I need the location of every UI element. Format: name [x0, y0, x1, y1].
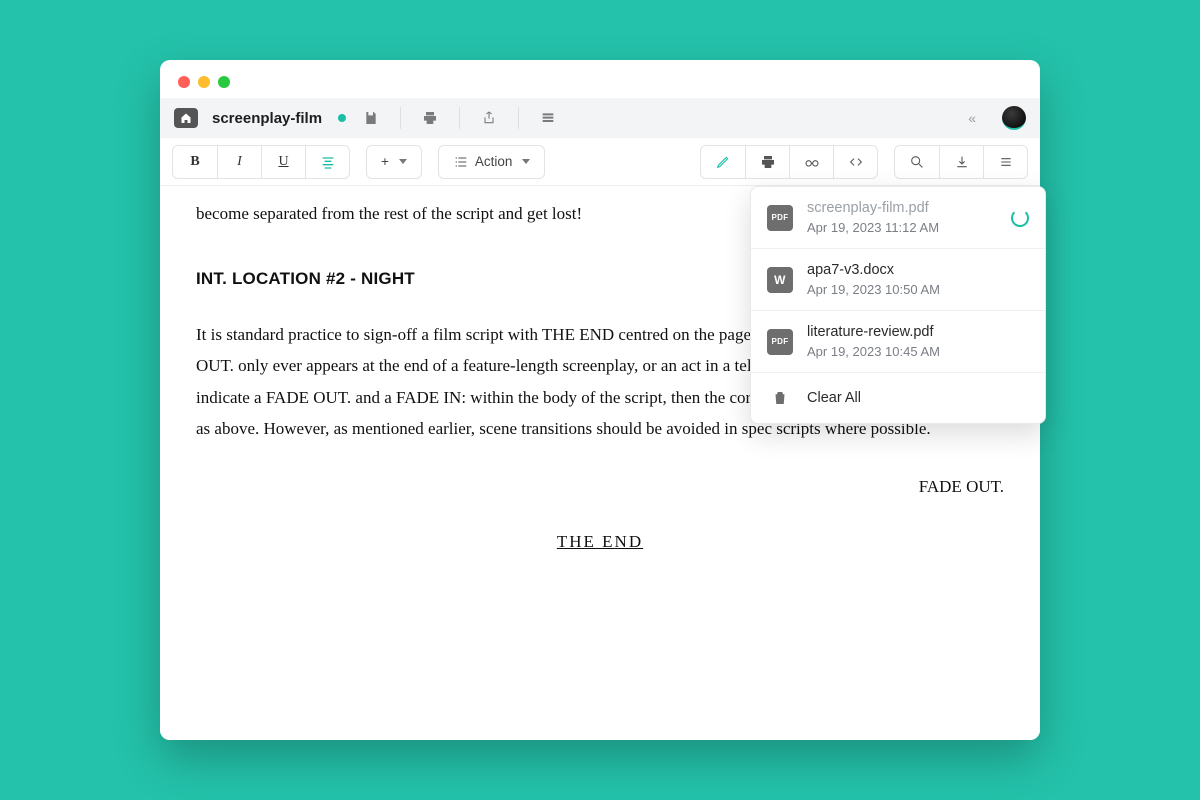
share-icon	[481, 110, 497, 126]
download-file-meta: Apr 19, 2023 10:50 AM	[807, 281, 940, 299]
element-group: Action	[438, 145, 546, 179]
hamburger-icon	[998, 154, 1014, 170]
formatting-toolbar: B I U + Action	[160, 138, 1040, 186]
trash-icon	[767, 385, 793, 411]
document-title: screenplay-film	[212, 110, 322, 127]
download-icon	[954, 154, 970, 170]
underline-button[interactable]: U	[261, 146, 305, 178]
clear-downloads-button[interactable]: Clear All	[751, 373, 1045, 423]
minimize-window-button[interactable]	[198, 76, 210, 88]
download-file-meta: Apr 19, 2023 10:45 AM	[807, 343, 940, 361]
element-type-menu[interactable]: Action	[439, 146, 545, 178]
transition: FADE OUT.	[196, 471, 1004, 502]
download-file-name: apa7-v3.docx	[807, 261, 940, 281]
printer-icon	[760, 154, 776, 170]
search-button[interactable]	[895, 146, 939, 178]
app-window: screenplay-film « B I U	[160, 60, 1040, 740]
download-item[interactable]: screenplay-film.pdf Apr 19, 2023 11:12 A…	[751, 187, 1045, 249]
download-file-meta: Apr 19, 2023 11:12 AM	[807, 219, 939, 237]
home-button[interactable]	[174, 108, 198, 128]
print-preview-button[interactable]	[745, 146, 789, 178]
chevron-down-icon	[399, 159, 407, 164]
save-button[interactable]	[356, 103, 386, 133]
glasses-icon	[804, 154, 820, 170]
divider	[400, 107, 401, 129]
downloads-dropdown: screenplay-film.pdf Apr 19, 2023 11:12 A…	[750, 186, 1046, 424]
cards-view-button[interactable]	[533, 103, 563, 133]
search-icon	[909, 154, 925, 170]
utility-group	[894, 145, 1028, 179]
download-item[interactable]: apa7-v3.docx Apr 19, 2023 10:50 AM	[751, 249, 1045, 311]
italic-button[interactable]: I	[217, 146, 261, 178]
bold-button[interactable]: B	[173, 146, 217, 178]
reader-mode-button[interactable]	[789, 146, 833, 178]
pdf-file-icon	[767, 205, 793, 231]
cards-icon	[540, 110, 556, 126]
fullscreen-window-button[interactable]	[218, 76, 230, 88]
element-type-label: Action	[475, 154, 513, 169]
download-button[interactable]	[939, 146, 983, 178]
chevron-down-icon	[522, 159, 530, 164]
pdf-file-icon	[767, 329, 793, 355]
align-button[interactable]	[305, 146, 349, 178]
source-mode-button[interactable]	[833, 146, 877, 178]
divider	[518, 107, 519, 129]
download-file-name: screenplay-film.pdf	[807, 199, 939, 219]
download-item[interactable]: literature-review.pdf Apr 19, 2023 10:45…	[751, 311, 1045, 373]
more-menu-button[interactable]	[983, 146, 1027, 178]
download-file-name: literature-review.pdf	[807, 323, 940, 343]
word-file-icon	[767, 267, 793, 293]
user-avatar[interactable]	[1002, 106, 1026, 130]
divider	[459, 107, 460, 129]
pencil-icon	[715, 154, 731, 170]
print-icon	[422, 110, 438, 126]
close-window-button[interactable]	[178, 76, 190, 88]
share-button[interactable]	[474, 103, 504, 133]
the-end: THE END	[196, 526, 1004, 557]
sync-status-dot	[338, 114, 346, 122]
home-icon	[180, 112, 192, 124]
text-style-group: B I U	[172, 145, 350, 179]
print-button[interactable]	[415, 103, 445, 133]
save-icon	[363, 110, 379, 126]
clear-downloads-label: Clear All	[807, 389, 861, 409]
collapse-sidebar-button[interactable]: «	[958, 110, 986, 126]
app-header: screenplay-film «	[160, 98, 1040, 138]
window-controls	[178, 76, 230, 88]
loading-spinner-icon	[1011, 209, 1029, 227]
edit-mode-button[interactable]	[701, 146, 745, 178]
code-icon	[848, 154, 864, 170]
insert-group: +	[366, 145, 422, 179]
align-center-icon	[320, 154, 336, 170]
insert-menu-button[interactable]: +	[367, 146, 421, 178]
mode-group	[700, 145, 878, 179]
list-icon	[453, 154, 469, 170]
